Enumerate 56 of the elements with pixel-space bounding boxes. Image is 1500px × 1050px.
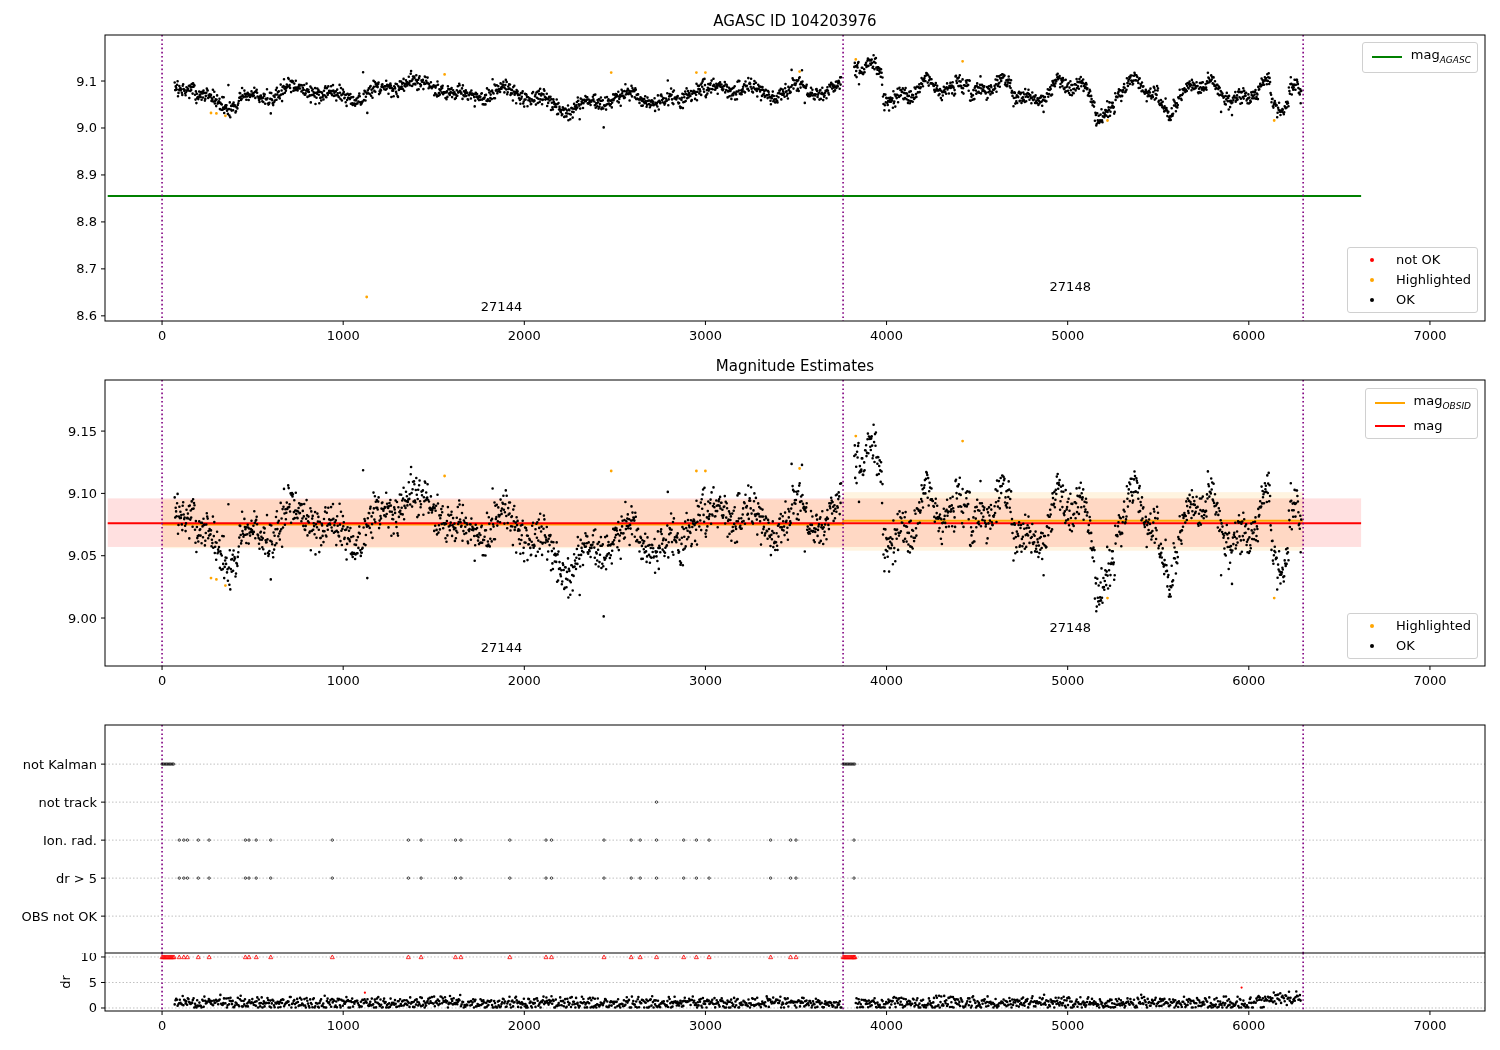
tick-label: 9.15	[68, 423, 97, 439]
annotation-label: 27144	[480, 639, 523, 655]
tick-label: 3000	[688, 328, 722, 343]
tick-label: dr > 5	[55, 870, 97, 886]
tick-label: 2000	[507, 1018, 541, 1033]
legend-label: Highlighted	[1396, 618, 1471, 634]
legend-label: mag$_{OBSID}$	[1413, 393, 1471, 413]
axis-label: dr	[58, 975, 73, 989]
tick-label: 8.7	[76, 261, 97, 277]
legend-label: mag$_{AGASC}$	[1410, 47, 1471, 67]
tick-label: 4000	[870, 328, 904, 343]
tick-label: 9.05	[68, 548, 97, 564]
tick-label: 4000	[870, 673, 904, 688]
tick-label: 6000	[1232, 673, 1266, 688]
tick-label: 0	[157, 673, 167, 688]
tick-label: 0	[88, 1000, 97, 1016]
tick-label: 4000	[870, 1018, 904, 1033]
tick-label: Ion. rad.	[43, 832, 97, 848]
tick-label: 8.6	[76, 308, 97, 324]
tick-label: 6000	[1232, 328, 1266, 343]
tick-label: 9.10	[68, 485, 97, 501]
tick-label: 7000	[1413, 1018, 1447, 1033]
tick-label: 9.0	[76, 120, 97, 136]
tick-label: 2000	[507, 328, 541, 343]
legend-label: mag	[1413, 417, 1443, 434]
annotation-label: 27148	[1049, 619, 1091, 635]
tick-label: 5000	[1051, 673, 1085, 688]
tick-label: 5000	[1051, 1018, 1085, 1033]
tick-label: 0	[157, 1018, 167, 1033]
tick-label: 1000	[326, 1018, 360, 1033]
chart-title: AGASC ID 104203976	[713, 12, 877, 30]
tick-label: 7000	[1413, 328, 1447, 343]
annotation-label: 27144	[480, 299, 523, 315]
legend-label: OK	[1396, 638, 1415, 654]
tick-label: 1000	[326, 328, 360, 343]
tick-label: 5	[88, 975, 97, 990]
tick-label: 8.8	[76, 214, 97, 230]
tick-label: not track	[38, 794, 97, 810]
legend-label: OK	[1396, 292, 1415, 308]
tick-label: 2000	[507, 673, 541, 688]
tick-label: 8.9	[76, 167, 97, 183]
tick-label: OBS not OK	[21, 908, 97, 924]
annotation-label: 27148	[1049, 279, 1091, 295]
legend-label: not OK	[1396, 252, 1441, 268]
tick-label: 3000	[688, 1018, 722, 1033]
tick-label: 1000	[326, 673, 360, 688]
tick-label: 0	[157, 328, 167, 343]
tick-label: 3000	[688, 673, 722, 688]
tick-label: 5000	[1051, 328, 1085, 343]
tick-label: 9.00	[68, 610, 97, 626]
chart-title: Magnitude Estimates	[715, 357, 875, 375]
tick-label: 7000	[1413, 673, 1447, 688]
tick-label: not Kalman	[22, 756, 97, 772]
tick-label: 6000	[1232, 1018, 1266, 1033]
tick-label: 9.1	[76, 73, 97, 89]
legend-label: Highlighted	[1396, 272, 1471, 288]
